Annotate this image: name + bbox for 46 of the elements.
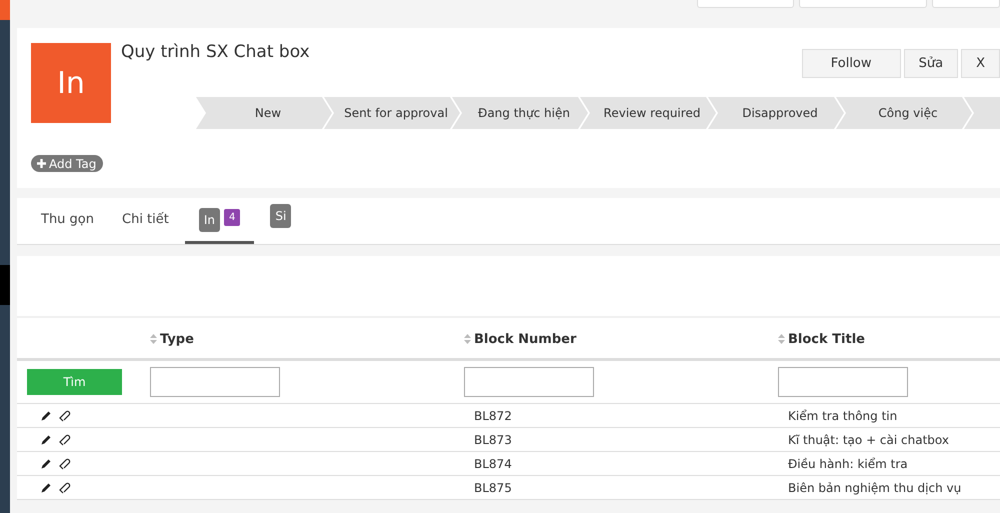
sidebar-accent bbox=[0, 0, 10, 20]
pencil-icon[interactable] bbox=[41, 482, 51, 492]
record-avatar: In bbox=[31, 43, 111, 123]
table-cell-text: BL874 bbox=[473, 456, 513, 470]
link-icon[interactable] bbox=[59, 434, 71, 446]
tab-badge: Si bbox=[270, 204, 292, 228]
link-icon[interactable] bbox=[59, 482, 71, 494]
link-icon[interactable] bbox=[59, 410, 71, 422]
pencil-icon[interactable] bbox=[41, 434, 51, 444]
tab-badge: In bbox=[198, 208, 220, 232]
header-button[interactable]: Follow bbox=[802, 49, 901, 78]
stage-step[interactable]: New bbox=[196, 97, 332, 129]
pencil-icon[interactable] bbox=[41, 410, 51, 420]
stage-step[interactable]: Công việc bbox=[836, 97, 972, 129]
plus-icon bbox=[37, 159, 46, 168]
record-title: Quy trình SX Chat box bbox=[121, 42, 310, 64]
tab[interactable]: Chi tiết bbox=[110, 198, 181, 244]
filter-field[interactable] bbox=[464, 367, 594, 397]
column-header[interactable]: Block Number bbox=[474, 332, 576, 346]
table-cell-text: BL873 bbox=[473, 432, 513, 446]
header-button[interactable]: X bbox=[961, 49, 1000, 78]
table-cell-text: Điều hành: kiểm tra bbox=[787, 456, 909, 470]
pencil-icon[interactable] bbox=[41, 458, 51, 468]
filter-field[interactable] bbox=[778, 367, 908, 397]
stage-step[interactable]: Review required bbox=[580, 97, 716, 129]
tab[interactable]: Thu gọn bbox=[29, 198, 106, 244]
table-cell-text: BL872 bbox=[473, 408, 513, 422]
link-icon[interactable] bbox=[59, 458, 71, 470]
add-tag-button[interactable]: Add Tag bbox=[31, 155, 104, 172]
table-cell-text: Biên bản nghiệm thu dịch vụ bbox=[787, 480, 962, 494]
column-header[interactable]: Block Title bbox=[788, 332, 865, 346]
sort-icon bbox=[150, 334, 157, 344]
table-cell-text: BL875 bbox=[473, 480, 513, 494]
filter-field[interactable] bbox=[150, 367, 280, 397]
count-badge: 4 bbox=[224, 209, 240, 226]
sort-icon bbox=[778, 334, 785, 344]
tab[interactable]: Si bbox=[258, 198, 304, 244]
table-cell-text: Kĩ thuật: tạo + cài chatbox bbox=[787, 432, 950, 446]
stage-step[interactable]: Đang thực hiện bbox=[452, 97, 588, 129]
stage-step[interactable]: Sent for approval bbox=[324, 97, 460, 129]
stage-step[interactable]: Disapproved bbox=[708, 97, 844, 129]
header-button[interactable]: Sửa bbox=[904, 49, 958, 78]
table-cell-text: Kiểm tra thông tin bbox=[787, 408, 898, 422]
sort-icon bbox=[464, 334, 471, 344]
tab[interactable]: In 4 bbox=[184, 198, 254, 244]
column-header[interactable]: Type bbox=[160, 332, 194, 346]
